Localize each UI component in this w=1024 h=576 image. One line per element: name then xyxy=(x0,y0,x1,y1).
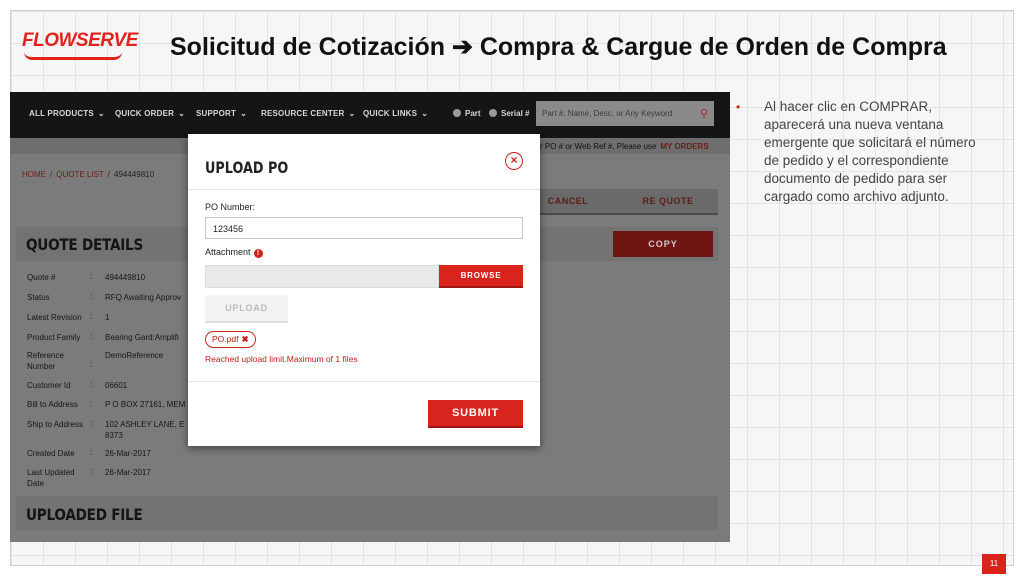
detail-value: 06601 xyxy=(105,381,128,390)
detail-label: Customer Id xyxy=(27,381,71,390)
slide-note: • Al hacer clic en COMPRAR, aparecerá un… xyxy=(736,98,980,206)
nav-label: QUICK ORDER xyxy=(115,109,175,118)
logo-swoosh xyxy=(24,52,122,60)
subbar-text: r PO # or Web Ref #, Please use MY ORDERS xyxy=(540,142,709,151)
detail-label: Ship to Address xyxy=(27,420,84,429)
modal-title: UPLOAD PO xyxy=(205,158,289,177)
nav-quick-order[interactable]: QUICK ORDER ⌄ xyxy=(115,109,185,118)
chevron-down-icon: ⌄ xyxy=(421,109,429,118)
nav-label: SUPPORT xyxy=(196,109,237,118)
detail-colon: : xyxy=(90,448,93,457)
radio-part[interactable] xyxy=(453,109,461,117)
detail-colon: : xyxy=(90,467,93,476)
chevron-down-icon: ⌄ xyxy=(240,109,247,118)
search-input[interactable]: Part #, Name, Desc. or Any Keyword ⚲ xyxy=(536,101,714,126)
requote-button[interactable]: RE QUOTE xyxy=(618,189,718,215)
uploaded-file-title: UPLOADED FILE xyxy=(26,505,143,524)
chevron-down-icon: ⌄ xyxy=(97,109,105,118)
chevron-down-icon: ⌄ xyxy=(178,109,185,118)
detail-value: DemoReference xyxy=(105,351,164,360)
detail-value: 102 ASHLEY LANE, E xyxy=(105,420,185,429)
close-icon[interactable]: × xyxy=(505,152,523,170)
radio-part-label: Part xyxy=(465,109,481,118)
breadcrumb-current: 494449810 xyxy=(114,170,155,179)
detail-colon: : xyxy=(90,360,93,369)
breadcrumb-quote-list[interactable]: QUOTE LIST xyxy=(56,170,104,179)
nav-support[interactable]: SUPPORT ⌄ xyxy=(196,109,247,118)
upload-limit-message: Reached upload limit.Maximum of 1 files xyxy=(205,354,358,364)
detail-colon: : xyxy=(90,419,93,428)
detail-colon: : xyxy=(90,380,93,389)
attachment-label: Attachment xyxy=(205,247,251,257)
detail-value: RFQ Awaiting Approv xyxy=(105,293,181,302)
search-placeholder: Part #, Name, Desc. or Any Keyword xyxy=(542,109,673,118)
nav-label: QUICK LINKS xyxy=(363,109,418,118)
detail-label: Reference Number xyxy=(27,351,64,371)
breadcrumb-separator: / xyxy=(107,170,111,179)
search-icon[interactable]: ⚲ xyxy=(700,107,708,120)
page-number: 11 xyxy=(982,554,1006,574)
subbar-message: r PO # or Web Ref #, Please use xyxy=(540,142,657,151)
breadcrumb: HOME / QUOTE LIST/494449810 xyxy=(22,170,154,179)
detail-label: Last Updated Date xyxy=(27,468,75,488)
flowserve-logo: FLOWSERVE xyxy=(22,30,138,66)
detail-value-extra: 8373 xyxy=(105,431,123,440)
breadcrumb-separator: / xyxy=(50,170,53,179)
bullet-icon: • xyxy=(736,100,741,114)
modal-header: UPLOAD PO × xyxy=(188,134,540,190)
detail-value: 26-Mar-2017 xyxy=(105,449,151,458)
browse-button[interactable]: BROWSE xyxy=(439,265,523,288)
detail-colon: : xyxy=(90,312,93,321)
attachment-file-field[interactable] xyxy=(205,265,439,288)
detail-label: Bill to Address xyxy=(27,400,78,409)
copy-button[interactable]: COPY xyxy=(613,231,713,257)
my-orders-link[interactable]: MY ORDERS xyxy=(660,142,708,151)
chevron-down-icon: ⌄ xyxy=(348,109,356,118)
po-number-label: PO Number: xyxy=(205,202,256,212)
nav-quick-links[interactable]: QUICK LINKS ⌄ xyxy=(363,109,428,118)
slide-title: Solicitud de Cotización ➔ Compra & Cargu… xyxy=(170,33,947,61)
submit-button[interactable]: SUBMIT xyxy=(428,400,523,428)
detail-colon: : xyxy=(90,399,93,408)
nav-label: RESOURCE CENTER xyxy=(261,109,345,118)
note-text: Al hacer clic en COMPRAR, aparecerá una … xyxy=(764,99,976,204)
detail-colon: : xyxy=(90,292,93,301)
info-icon: ! xyxy=(253,249,263,258)
nav-label: ALL PRODUCTS xyxy=(29,109,94,118)
detail-label: Latest Revision xyxy=(27,313,82,322)
detail-value: 1 xyxy=(105,313,110,322)
detail-value: 26-Mar-2017 xyxy=(105,468,151,477)
detail-label: Status xyxy=(27,293,50,302)
breadcrumb-home[interactable]: HOME xyxy=(22,170,46,179)
detail-label: Product Family xyxy=(27,333,81,342)
attachment-label-row: Attachment! xyxy=(205,247,263,258)
attached-file-name: PO.pdf xyxy=(212,334,239,344)
top-navigation: ALL PRODUCTS ⌄ QUICK ORDER ⌄ SUPPORT ⌄ RESO… xyxy=(10,92,730,138)
nav-resource-center[interactable]: RESOURCE CENTER ⌄ xyxy=(261,109,355,118)
detail-value: 494449810 xyxy=(105,273,146,282)
radio-serial-label: Serial # xyxy=(501,109,530,118)
nav-all-products[interactable]: ALL PRODUCTS ⌄ xyxy=(29,109,105,118)
detail-value: Bearing Gard:Amplifi xyxy=(105,333,179,342)
radio-serial[interactable] xyxy=(489,109,497,117)
detail-label: Created Date xyxy=(27,449,75,458)
detail-value: P O BOX 27161, MEM xyxy=(105,400,186,409)
quote-details-title: QUOTE DETAILS xyxy=(26,235,144,254)
attached-file-chip: PO.pdf ✖ xyxy=(205,331,256,348)
logo-text: FLOWSERVE xyxy=(22,30,138,51)
detail-colon: : xyxy=(90,272,93,281)
upload-po-modal: UPLOAD PO × PO Number: 123456 Attachment… xyxy=(188,134,540,446)
detail-colon: : xyxy=(90,332,93,341)
uploaded-file-header: UPLOADED FILE xyxy=(16,496,718,530)
detail-label: Quote # xyxy=(27,273,56,282)
po-number-input[interactable]: 123456 xyxy=(205,217,523,239)
upload-button[interactable]: UPLOAD xyxy=(205,295,288,323)
modal-divider xyxy=(188,381,540,382)
remove-file-icon[interactable]: ✖ xyxy=(241,334,248,344)
